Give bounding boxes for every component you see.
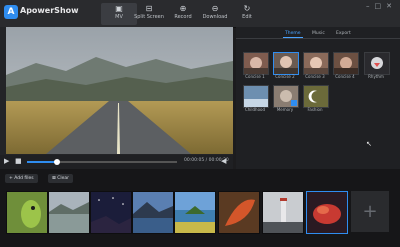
window-controls: –□✕	[366, 2, 397, 10]
media-thumb-mountain-lake[interactable]	[132, 191, 174, 234]
theme-label-concise-1: Concise 1	[245, 74, 265, 79]
tab-download[interactable]: ⊖ Download	[197, 3, 233, 25]
theme-concise-1[interactable]	[243, 52, 269, 75]
plus-icon: +	[9, 176, 13, 181]
media-thumb-red-leaf[interactable]	[218, 191, 260, 234]
minimize-icon[interactable]: –	[366, 2, 375, 10]
progress-slider[interactable]	[27, 159, 177, 165]
media-thumb-lighthouse[interactable]	[262, 191, 304, 234]
record-icon: ⊕	[179, 4, 187, 13]
tab-edit[interactable]: ↻ Edit	[229, 3, 265, 25]
theme-fashion[interactable]	[303, 85, 329, 108]
theme-concise-3[interactable]	[303, 52, 329, 75]
tab-music[interactable]: Music	[312, 31, 325, 36]
volume-icon[interactable]: ◀	[221, 157, 226, 165]
maximize-icon[interactable]: □	[375, 2, 387, 10]
theme-label-concise-2: Concise 2	[275, 74, 295, 79]
theme-label-fashion: Fashion	[307, 107, 323, 112]
top-toolbar: A ApowerShow ▣ MV ⊟ Split Screen ⊕ Recor…	[0, 0, 400, 28]
split-screen-icon: ⊟	[145, 4, 153, 13]
theme-label-concise-3: Concise 3	[305, 74, 325, 79]
player-controls: ▶ ■ 00:00:05 / 00:00:20 ◀	[0, 155, 233, 169]
theme-concise-2[interactable]	[273, 52, 299, 75]
media-thumb-red-coral[interactable]	[306, 191, 348, 234]
film-icon: ▣	[115, 4, 123, 13]
tab-theme[interactable]: Theme	[285, 31, 301, 36]
progress-handle[interactable]	[54, 159, 60, 165]
tab-record[interactable]: ⊕ Record	[165, 3, 201, 25]
theme-childhood[interactable]	[243, 85, 269, 108]
add-files-button[interactable]: + Add files	[5, 174, 38, 183]
theme-label-concise-4: Concise 4	[335, 74, 355, 79]
plus-icon: +	[362, 201, 378, 222]
theme-label-rhythm: Rhythm	[368, 74, 384, 79]
media-thumb-lake-island[interactable]	[174, 191, 216, 234]
video-preview[interactable]	[6, 27, 233, 154]
tab-export[interactable]: Export	[336, 31, 351, 36]
media-thumb-starry-sky[interactable]	[90, 191, 132, 234]
tab-split-screen[interactable]: ⊟ Split Screen	[131, 3, 167, 25]
theme-label-childhood: Childhood	[244, 107, 266, 112]
theme-concise-4[interactable]	[333, 52, 359, 75]
tab-divider	[236, 38, 400, 39]
edit-icon: ↻	[243, 4, 251, 13]
trash-icon: ⊠	[52, 176, 56, 181]
media-thumb-lizard[interactable]	[6, 191, 48, 234]
theme-label-memory: Memory	[276, 107, 294, 112]
play-icon[interactable]: ▶	[4, 157, 9, 165]
app-logo: A	[4, 5, 18, 19]
mouse-cursor-icon: ↖	[366, 140, 372, 148]
close-icon[interactable]: ✕	[386, 2, 397, 10]
progress-fill	[27, 161, 57, 163]
media-thumb-lake[interactable]	[48, 191, 90, 234]
download-icon: ⊖	[211, 4, 219, 13]
app-title: ApowerShow	[20, 6, 79, 15]
clear-button[interactable]: ⊠ Clear	[48, 174, 73, 183]
theme-rhythm[interactable]	[364, 52, 390, 75]
theme-memory[interactable]	[273, 85, 299, 108]
stop-icon[interactable]: ■	[15, 157, 22, 165]
add-media-button[interactable]: +	[351, 191, 389, 232]
